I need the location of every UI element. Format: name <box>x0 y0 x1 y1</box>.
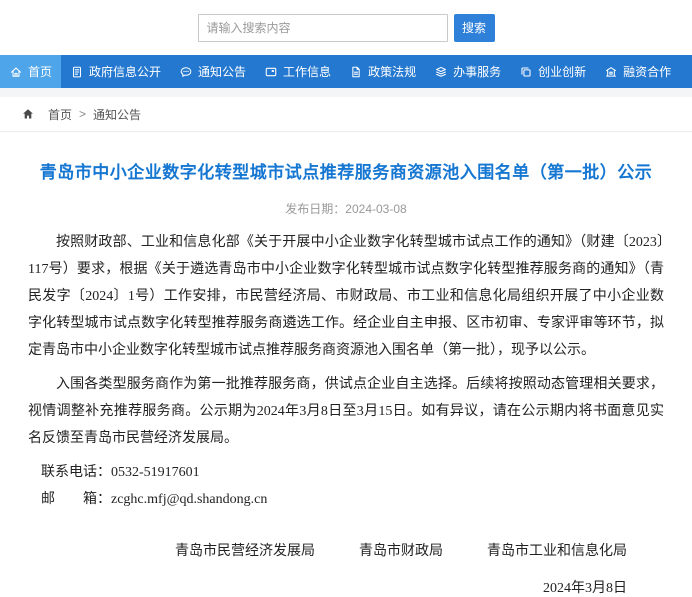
nav-item-policies[interactable]: 政策法规 <box>340 55 425 88</box>
nav-item-gov-info[interactable]: 政府信息公开 <box>61 55 170 88</box>
nav-item-party-building[interactable]: 机关党建 <box>680 55 692 88</box>
nav-item-label: 工作信息 <box>283 63 331 80</box>
bank-icon <box>604 65 618 79</box>
nav-item-label: 通知公告 <box>198 63 246 80</box>
nav-item-label: 办事服务 <box>453 63 501 80</box>
article-content: 青岛市中小企业数字化转型城市试点推荐服务商资源池入围名单（第一批）公示 发布日期… <box>0 132 692 597</box>
nav-item-services[interactable]: 办事服务 <box>425 55 510 88</box>
breadcrumb: 首页 > 通知公告 <box>0 97 692 132</box>
breadcrumb-separator: > <box>79 107 86 121</box>
article-paragraph: 入围各类型服务商作为第一批推荐服务商，供试点企业自主选择。后续将按照动态管理相关… <box>28 371 664 452</box>
signing-agency: 青岛市工业和信息化局 <box>487 540 627 560</box>
signing-agency: 青岛市财政局 <box>359 540 443 560</box>
home-icon <box>9 65 23 79</box>
search-button[interactable]: 搜索 <box>454 14 495 42</box>
nav-item-label: 融资合作 <box>623 63 671 80</box>
signing-agency: 青岛市民营经济发展局 <box>175 540 315 560</box>
contact-phone: 联系电话：0532-51917601 <box>28 459 664 486</box>
nav-item-notices[interactable]: 通知公告 <box>170 55 255 88</box>
image-icon <box>264 65 278 79</box>
page-header: 搜索 <box>0 0 692 55</box>
copy-icon <box>519 65 533 79</box>
signing-agencies: 青岛市民营经济发展局 青岛市财政局 青岛市工业和信息化局 <box>28 540 664 560</box>
breadcrumb-home-link[interactable]: 首页 <box>48 106 72 123</box>
nav-item-innovation[interactable]: 创业创新 <box>510 55 595 88</box>
signing-date: 2024年3月8日 <box>28 577 664 597</box>
comment-icon <box>179 65 193 79</box>
publish-date: 发布日期：2024-03-08 <box>28 200 664 217</box>
article-title: 青岛市中小企业数字化转型城市试点推荐服务商资源池入围名单（第一批）公示 <box>28 158 664 183</box>
document-icon <box>70 65 84 79</box>
breadcrumb-current-link[interactable]: 通知公告 <box>93 106 141 123</box>
file-icon <box>349 65 363 79</box>
contact-block: 联系电话：0532-51917601 邮 箱：zcghc.mfj@qd.shan… <box>28 459 664 513</box>
nav-item-home[interactable]: 首页 <box>0 55 61 88</box>
nav-item-financing[interactable]: 融资合作 <box>595 55 680 88</box>
nav-divider-strip <box>0 88 692 97</box>
nav-item-label: 首页 <box>28 63 52 80</box>
nav-item-label: 政策法规 <box>368 63 416 80</box>
search-input[interactable] <box>198 14 448 42</box>
nav-item-label: 创业创新 <box>538 63 586 80</box>
search-bar: 搜索 <box>198 14 495 42</box>
main-nav: 首页 政府信息公开 通知公告 工作信息 政策法规 办事服务 创业 <box>0 55 692 88</box>
contact-email: 邮 箱：zcghc.mfj@qd.shandong.cn <box>28 486 664 513</box>
layers-icon <box>434 65 448 79</box>
nav-item-work-info[interactable]: 工作信息 <box>255 55 340 88</box>
nav-item-label: 政府信息公开 <box>89 63 161 80</box>
breadcrumb-home-icon <box>21 107 35 121</box>
article-paragraph: 按照财政部、工业和信息化部《关于开展中小企业数字化转型城市试点工作的通知》（财建… <box>28 229 664 364</box>
